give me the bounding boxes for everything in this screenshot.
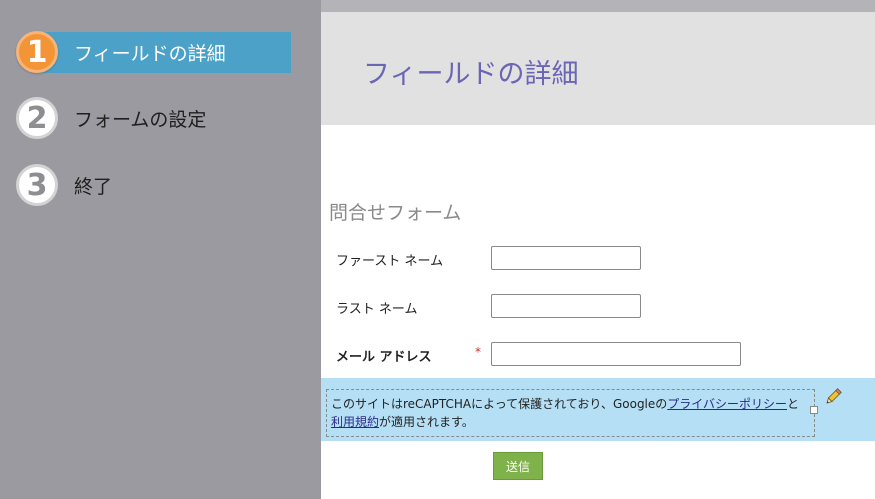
required-indicator: *: [475, 345, 481, 359]
recaptcha-text-2: と: [787, 397, 800, 411]
email-input[interactable]: [491, 342, 741, 366]
top-strip: [321, 0, 875, 12]
last-name-input[interactable]: [491, 294, 641, 318]
email-label: メール アドレス: [336, 350, 432, 365]
step-1-label: フィールドの詳細: [74, 42, 226, 65]
recaptcha-notice[interactable]: このサイトはreCAPTCHAによって保護されており、Googleのプライバシー…: [326, 389, 818, 437]
resize-handle-icon[interactable]: [810, 406, 818, 414]
recaptcha-text-3: が適用されます。: [379, 415, 474, 429]
wizard-step-2[interactable]: 2 フォームの設定: [16, 96, 206, 140]
submit-button[interactable]: 送信: [493, 452, 543, 480]
wizard-step-3[interactable]: 3 終了: [16, 163, 112, 207]
privacy-policy-link[interactable]: プライバシーポリシー: [667, 397, 787, 411]
terms-link[interactable]: 利用規約: [331, 415, 379, 429]
last-name-label: ラスト ネーム: [336, 302, 418, 317]
recaptcha-text-1: このサイトはreCAPTCHAによって保護されており、Googleの: [331, 397, 668, 411]
step-2-number-badge: 2: [16, 97, 58, 139]
page-title: フィールドの詳細: [363, 59, 579, 90]
first-name-input[interactable]: [491, 246, 641, 270]
step-2-label: フォームの設定: [74, 108, 207, 131]
step-3-label: 終了: [74, 175, 113, 198]
pencil-icon[interactable]: [823, 387, 843, 407]
step-1-number-badge: 1: [16, 31, 58, 73]
wizard-sidebar: 1 フィールドの詳細 2 フォームの設定 3 終了: [0, 0, 321, 499]
page-header: フィールドの詳細: [321, 12, 875, 125]
first-name-label: ファースト ネーム: [336, 254, 444, 269]
form-title: 問合せフォーム: [329, 202, 462, 224]
recaptcha-notice-band: このサイトはreCAPTCHAによって保護されており、Googleのプライバシー…: [321, 378, 875, 441]
step-3-number-badge: 3: [16, 164, 58, 206]
